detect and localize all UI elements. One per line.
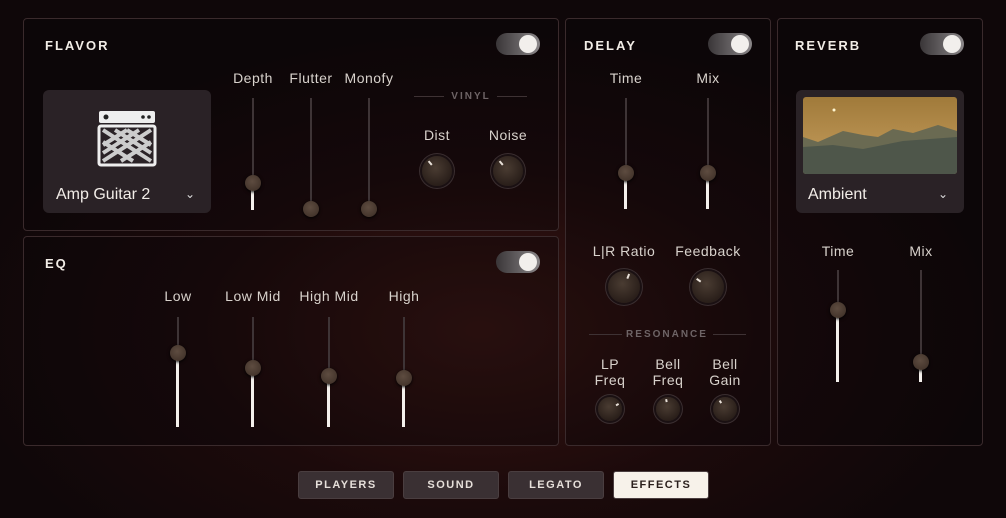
slider-thumb[interactable] [245,360,261,377]
high-slider[interactable] [396,317,412,427]
flutter-label: Flutter [289,70,333,86]
reverb-mix-label: Mix [909,243,933,259]
low-label: Low [164,288,192,304]
vinyl-divider [497,96,527,97]
resonance-divider [589,334,622,335]
amp-preset-selector[interactable]: Amp Guitar 2 ⌄ [43,90,211,213]
delay-title: DELAY [584,38,637,53]
bell-freq-label: Bell [655,356,681,372]
bell-freq-label-line2: Freq [652,372,684,388]
monofy-slider[interactable] [361,98,377,217]
flavor-title: FLAVOR [45,38,110,53]
eq-title: EQ [45,256,68,271]
resonance-divider [713,334,746,335]
knob-indicator [497,159,508,172]
lp-freq-knob[interactable] [598,397,622,421]
tab-effects[interactable]: EFFECTS [613,471,709,499]
slider-fill [251,187,254,210]
slider-thumb[interactable] [361,201,377,217]
lr-ratio-knob[interactable] [608,271,640,303]
knob-indicator [623,272,631,288]
slider-thumb[interactable] [830,301,846,318]
high-mid-slider[interactable] [321,317,337,427]
reverb-panel [777,18,983,446]
low-slider[interactable] [170,317,186,427]
feedback-knob[interactable] [692,271,724,303]
depth-label: Depth [233,70,273,86]
knob-indicator [426,159,437,172]
monofy-label: Monofy [344,70,394,86]
flutter-slider[interactable] [303,98,319,217]
slider-fill [624,175,627,209]
lp-freq-label-line2: Freq [594,372,626,388]
knob-indicator [665,397,669,409]
slider-track [368,98,370,217]
eq-panel [23,236,559,446]
bell-freq-knob[interactable] [656,397,680,421]
vinyl-label: VINYL [451,91,491,102]
slider-fill [706,176,709,209]
slider-fill [402,378,405,427]
bell-gain-label-line2: Gain [709,372,741,388]
slider-fill [176,350,179,427]
reverb-time-slider[interactable] [830,270,846,382]
slider-thumb[interactable] [396,369,412,386]
delay-time-label: Time [609,70,643,86]
flavor-toggle[interactable] [496,33,540,55]
bell-gain-knob[interactable] [713,397,737,421]
slider-thumb[interactable] [245,174,261,191]
slider-track [310,98,312,217]
lr-ratio-label: L|R Ratio [592,243,656,259]
dist-knob[interactable] [422,156,452,186]
slider-fill [327,376,330,427]
low-mid-label: Low Mid [225,288,281,304]
amp-icon [97,111,157,167]
delay-toggle[interactable] [708,33,752,55]
slider-fill [919,368,922,382]
reverb-toggle[interactable] [920,33,964,55]
low-mid-slider[interactable] [245,317,261,427]
delay-mix-label: Mix [696,70,720,86]
knob-indicator [694,277,708,288]
vinyl-divider [414,96,444,97]
knob-indicator [718,398,726,409]
reverb-preset-selector[interactable]: Ambient ⌄ [796,90,964,213]
bell-gain-label: Bell [712,356,738,372]
ambient-landscape-image [803,97,957,174]
delay-mix-slider[interactable] [700,98,716,209]
resonance-label: RESONANCE [626,329,708,340]
feedback-label: Feedback [675,243,741,259]
dist-label: Dist [423,127,451,143]
slider-thumb[interactable] [700,165,716,182]
reverb-mix-slider[interactable] [913,270,929,382]
lp-freq-label: LP [600,356,620,372]
slider-thumb[interactable] [303,201,319,217]
slider-thumb[interactable] [170,345,186,362]
reverb-title: REVERB [795,38,862,53]
delay-time-slider[interactable] [618,98,634,209]
depth-slider[interactable] [245,98,261,210]
high-mid-label: High Mid [299,288,359,304]
reverb-time-label: Time [821,243,855,259]
reverb-preset-value: Ambient [808,186,867,203]
slider-fill [836,306,839,382]
knob-indicator [609,402,620,410]
tab-legato[interactable]: LEGATO [508,471,604,499]
chevron-down-icon: ⌄ [185,187,196,201]
noise-knob[interactable] [493,156,523,186]
slider-fill [251,367,254,427]
high-label: High [388,288,420,304]
slider-thumb[interactable] [913,354,929,371]
slider-thumb[interactable] [321,367,337,384]
slider-thumb[interactable] [618,164,634,181]
noise-label: Noise [488,127,528,143]
tab-sound[interactable]: SOUND [403,471,499,499]
amp-preset-value: Amp Guitar 2 [56,186,151,203]
eq-toggle[interactable] [496,251,540,273]
tab-players[interactable]: PLAYERS [298,471,394,499]
chevron-down-icon: ⌄ [938,187,949,201]
